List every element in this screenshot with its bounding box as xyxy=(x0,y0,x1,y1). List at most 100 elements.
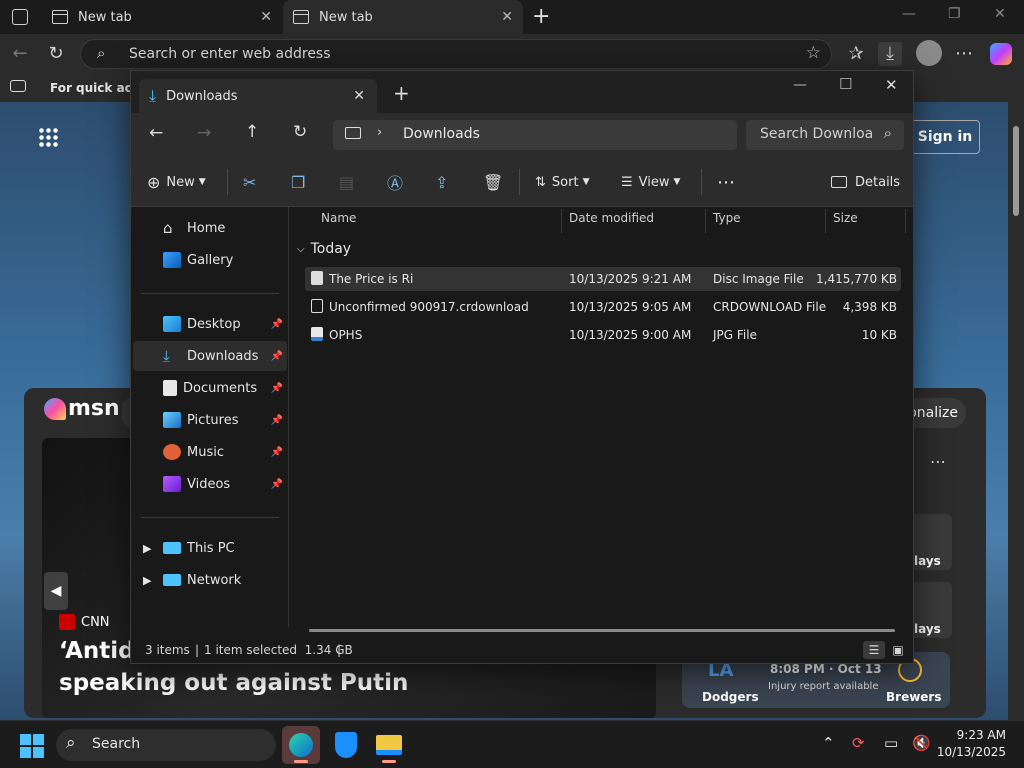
pin-icon[interactable]: 📌 xyxy=(271,319,283,330)
favorite-star-icon[interactable]: ☆ xyxy=(806,43,821,63)
close-window-icon[interactable]: ✕ xyxy=(885,76,898,94)
new-button[interactable]: ⊕ New ▼ xyxy=(147,171,206,193)
pin-icon[interactable]: 📌 xyxy=(271,383,283,394)
file-row[interactable]: OPHS 10/13/2025 9:00 AM JPG File 10 KB xyxy=(305,323,901,347)
favorites-icon[interactable]: ✰ xyxy=(844,42,868,66)
file-row[interactable]: Unconfirmed 900917.crdownload 10/13/2025… xyxy=(305,295,901,319)
browser-tab[interactable]: New tab ✕ xyxy=(42,0,282,34)
more-options-icon[interactable]: ⋯ xyxy=(930,452,946,471)
nav-item-videos[interactable]: Videos 📌 xyxy=(133,469,287,499)
close-window-icon[interactable]: ✕ xyxy=(994,6,1006,22)
column-divider[interactable] xyxy=(561,209,562,233)
details-view-icon[interactable]: ☰ xyxy=(863,641,885,659)
close-icon[interactable]: ✕ xyxy=(353,88,365,104)
copilot-icon[interactable] xyxy=(990,43,1012,65)
address-bar[interactable]: ⌕ Search or enter web address ☆ xyxy=(80,39,832,69)
nav-item-music[interactable]: Music 📌 xyxy=(133,437,287,467)
chevron-right-icon[interactable]: › xyxy=(377,125,382,140)
forward-arrow-icon[interactable]: → xyxy=(197,123,211,143)
close-icon[interactable]: ✕ xyxy=(501,9,513,25)
restore-icon[interactable]: ❐ xyxy=(948,6,961,22)
view-button[interactable]: ☰ View ▼ xyxy=(621,171,680,193)
column-divider[interactable] xyxy=(825,209,826,233)
copy-icon[interactable]: ❐ xyxy=(291,171,305,193)
refresh-icon[interactable]: ↻ xyxy=(44,42,68,66)
file-explorer-window: ⤓ Downloads ✕ + — ☐ ✕ ← → ↑ ↻ › Download… xyxy=(130,70,914,664)
column-divider[interactable] xyxy=(905,209,906,233)
page-scrollbar[interactable] xyxy=(1008,102,1024,720)
rename-icon[interactable]: Ⓐ xyxy=(387,171,403,193)
column-header-type[interactable]: Type xyxy=(713,211,741,235)
cut-icon[interactable]: ✂ xyxy=(243,171,256,193)
desktop-icon xyxy=(163,316,181,332)
paste-icon[interactable]: ▤ xyxy=(339,171,354,193)
chevron-right-icon[interactable]: ▶ xyxy=(143,542,151,555)
pin-icon[interactable]: 📌 xyxy=(271,351,283,362)
column-header-name[interactable]: Name xyxy=(321,211,356,235)
nav-item-gallery[interactable]: Gallery xyxy=(133,245,287,275)
explorer-address-bar[interactable]: › Downloads xyxy=(333,120,737,150)
downloads-icon[interactable]: ⤓ xyxy=(878,42,902,66)
file-row[interactable]: The Price is Ri 10/13/2025 9:21 AM Disc … xyxy=(305,267,901,291)
back-arrow-icon[interactable]: ← xyxy=(149,123,163,143)
edge-app-icon[interactable] xyxy=(282,726,320,764)
carousel-prev-icon[interactable]: ◀ xyxy=(44,572,68,610)
file-date: 10/13/2025 9:05 AM xyxy=(569,300,692,314)
back-arrow-icon[interactable]: ← xyxy=(8,42,32,66)
more-menu-icon[interactable]: ⋯ xyxy=(952,42,976,66)
news-headline-line2[interactable]: speaking out against Putin xyxy=(59,670,408,696)
tab-actions-icon[interactable] xyxy=(12,9,28,25)
minimize-icon[interactable]: — xyxy=(902,6,916,22)
more-options-icon[interactable]: ⋯ xyxy=(717,171,735,193)
pin-icon[interactable]: 📌 xyxy=(271,415,283,426)
column-header-size[interactable]: Size xyxy=(833,211,858,235)
close-icon[interactable]: ✕ xyxy=(260,9,272,25)
start-windows-icon[interactable] xyxy=(20,734,44,758)
sync-icon[interactable]: ⟳ xyxy=(852,734,865,752)
up-arrow-icon[interactable]: ↑ xyxy=(245,122,259,142)
horizontal-scrollbar[interactable] xyxy=(309,629,895,632)
tiles-view-icon[interactable]: ▣ xyxy=(889,641,907,659)
nav-item-documents[interactable]: Documents 📌 xyxy=(133,373,287,403)
game-status: Injury report available xyxy=(768,681,879,692)
explorer-search-box[interactable]: Search Downloa ⌕ xyxy=(746,120,904,150)
new-tab-icon[interactable]: + xyxy=(393,81,410,105)
share-icon[interactable]: ⇪ xyxy=(435,171,448,193)
details-button[interactable]: Details xyxy=(831,171,900,193)
sign-in-button[interactable]: Sign in xyxy=(910,120,980,154)
group-header-today[interactable]: ⌵ Today xyxy=(297,241,351,257)
nav-item-network[interactable]: ▶ Network xyxy=(133,565,287,595)
file-name: OPHS xyxy=(329,328,363,342)
new-tab-icon[interactable]: + xyxy=(532,4,550,29)
path-segment[interactable]: Downloads xyxy=(403,126,480,142)
file-explorer-app-icon[interactable] xyxy=(370,726,408,764)
nav-item-pictures[interactable]: Pictures 📌 xyxy=(133,405,287,435)
taskbar-clock[interactable]: 9:23 AM 10/13/2025 xyxy=(937,727,1006,761)
refresh-icon[interactable]: ↻ xyxy=(293,122,307,142)
security-app-icon[interactable] xyxy=(326,726,364,764)
chevron-up-icon[interactable]: ⌃ xyxy=(822,734,835,752)
column-divider[interactable] xyxy=(705,209,706,233)
volume-icon[interactable]: 🔇 xyxy=(912,734,931,752)
pin-icon[interactable]: 📌 xyxy=(271,447,283,458)
apps-grid-icon[interactable] xyxy=(38,127,58,147)
profile-avatar[interactable] xyxy=(916,40,942,66)
nav-item-downloads[interactable]: ⤓ Downloads 📌 xyxy=(133,341,287,371)
nav-item-home[interactable]: ⌂ Home xyxy=(133,213,287,243)
delete-icon[interactable]: 🗑 xyxy=(483,171,503,193)
explorer-tab[interactable]: ⤓ Downloads ✕ xyxy=(139,79,377,113)
group-label: Today xyxy=(310,241,352,257)
minimize-icon[interactable]: — xyxy=(793,77,807,93)
maximize-icon[interactable]: ☐ xyxy=(839,75,852,93)
network-icon[interactable]: ▭ xyxy=(884,734,898,752)
taskbar-search[interactable]: ⌕ Search xyxy=(56,729,276,761)
nav-item-this-pc[interactable]: ▶ This PC xyxy=(133,533,287,563)
pin-icon[interactable]: 📌 xyxy=(271,479,283,490)
chevron-down-icon[interactable]: ⌵ xyxy=(297,244,305,255)
nav-item-desktop[interactable]: Desktop 📌 xyxy=(133,309,287,339)
browser-tab-active[interactable]: New tab ✕ xyxy=(283,0,523,34)
chevron-right-icon[interactable]: ▶ xyxy=(143,574,151,587)
scrollbar-thumb[interactable] xyxy=(1013,126,1019,216)
sort-button[interactable]: ⇅ Sort ▼ xyxy=(535,171,589,193)
column-header-date[interactable]: Date modified xyxy=(569,211,654,235)
